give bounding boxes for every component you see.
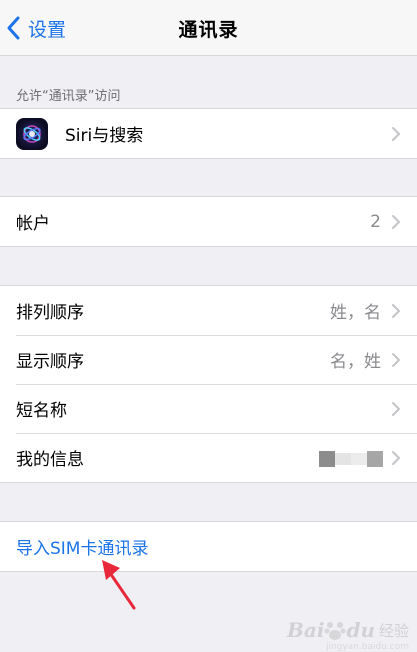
navigation-bar: 设置 通讯录 xyxy=(0,0,417,56)
watermark-bai: Bai xyxy=(286,618,325,642)
paw-icon xyxy=(324,622,346,640)
page-title: 通讯录 xyxy=(178,19,239,41)
row-display-order[interactable]: 显示顺序 名，姓 xyxy=(0,335,417,384)
row-import-sim-contacts[interactable]: 导入SIM卡通讯录 xyxy=(0,522,417,571)
row-label: 短名称 xyxy=(16,401,67,421)
row-label: 帐户 xyxy=(16,214,50,234)
row-label: 排列顺序 xyxy=(16,303,84,323)
row-accounts[interactable]: 帐户 2 xyxy=(0,197,417,246)
watermark-du: du xyxy=(346,618,375,642)
row-sort-order[interactable]: 排列顺序 姓，名 xyxy=(0,286,417,335)
row-label: Siri与搜索 xyxy=(65,126,144,146)
section-header-allow-access: 允许“通讯录”访问 xyxy=(16,89,121,104)
chevron-right-icon xyxy=(392,214,400,229)
chevron-right-icon xyxy=(392,450,400,465)
annotation-arrow-icon xyxy=(102,560,136,610)
watermark-jingyan: 经验 xyxy=(378,621,409,640)
chevron-right-icon xyxy=(392,126,400,141)
siri-icon xyxy=(16,117,48,150)
row-label: 显示顺序 xyxy=(16,352,84,372)
watermark-url: jingyan.baidu.com xyxy=(325,642,409,652)
contacts-settings-screen: 设置 通讯录 允许“通讯录”访问 Siri与搜索 帐户 2 排列顺序 姓，名 显… xyxy=(0,0,417,652)
row-siri-search[interactable]: Siri与搜索 xyxy=(0,109,417,158)
chevron-right-icon xyxy=(392,401,400,416)
chevron-right-icon xyxy=(392,303,400,318)
accounts-count: 2 xyxy=(370,211,381,232)
group-import: 导入SIM卡通讯录 xyxy=(0,521,417,572)
row-my-info[interactable]: 我的信息 xyxy=(0,433,417,482)
row-short-name[interactable]: 短名称 xyxy=(0,384,417,433)
group-allow-access: Siri与搜索 xyxy=(0,108,417,159)
sort-order-value: 姓，名 xyxy=(330,303,381,323)
group-preferences: 排列顺序 姓，名 显示顺序 名，姓 短名称 我的信息 xyxy=(0,285,417,483)
redacted-name xyxy=(319,451,385,467)
row-label: 我的信息 xyxy=(16,450,84,470)
group-accounts: 帐户 2 xyxy=(0,196,417,247)
baidu-jingyan-watermark: Bai du 经验 jingyan.baidu.com xyxy=(286,618,409,652)
display-order-value: 名，姓 xyxy=(330,352,381,372)
import-sim-contacts-link[interactable]: 导入SIM卡通讯录 xyxy=(16,534,148,559)
chevron-right-icon xyxy=(392,352,400,367)
